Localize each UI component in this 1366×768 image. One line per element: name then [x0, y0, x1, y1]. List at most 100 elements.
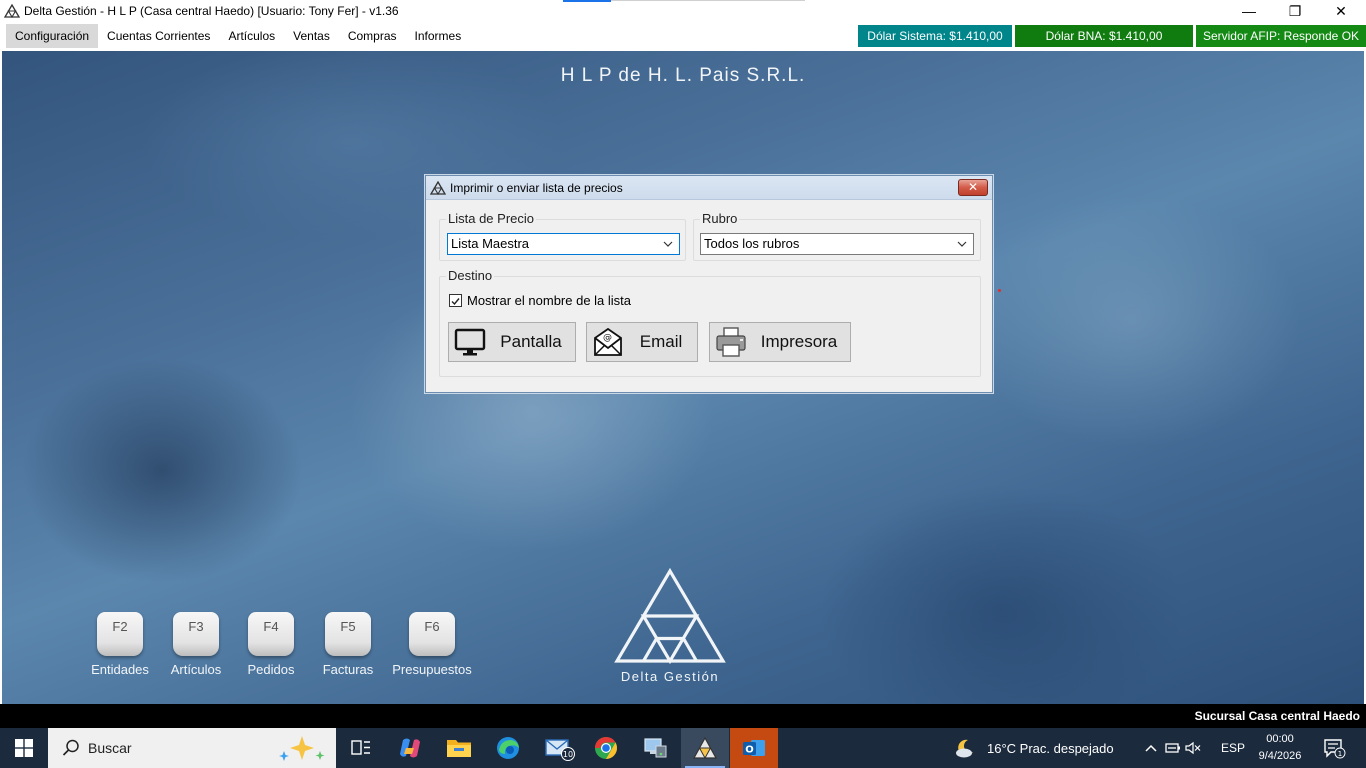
impresora-button[interactable]: Impresora	[709, 322, 851, 362]
mail-icon: 10	[545, 739, 575, 761]
weather-widget[interactable]: 16°C Prac. despejado	[953, 728, 1114, 768]
dolar-bna-status: Dólar BNA: $1.410,00 ($1.833,00)	[1015, 25, 1193, 65]
rubro-label: Rubro	[700, 211, 740, 226]
window-title: Delta Gestión - H L P (Casa central Haed…	[24, 4, 399, 18]
fkey-label: Presupuestos	[392, 662, 472, 677]
fkey-articulos[interactable]: F3 Artículos	[164, 612, 228, 677]
fkey-label: Facturas	[322, 662, 374, 677]
system-tray-icons[interactable]	[1144, 728, 1202, 768]
battery-icon	[1165, 743, 1180, 753]
fkey-label: Pedidos	[247, 662, 295, 677]
company-title: H L P de H. L. Pais S.R.L.	[560, 65, 806, 86]
lista-select[interactable]: Lista Maestra	[447, 233, 680, 255]
monitor-icon	[454, 328, 486, 356]
fkey-cap: F5	[325, 612, 371, 656]
task-view-button[interactable]	[337, 728, 385, 768]
windows-taskbar: Buscar 10 O 16°C Prac. despejado ESP 00:…	[0, 728, 1366, 768]
pantalla-button[interactable]: Pantalla	[448, 322, 576, 362]
svg-text:@: @	[603, 333, 612, 343]
email-label: Email	[639, 332, 683, 351]
rubro-select[interactable]: Todos los rubros	[700, 233, 974, 255]
fkey-cap: F6	[409, 612, 455, 656]
menu-configuracion[interactable]: Configuración	[6, 24, 99, 48]
brand-logo: Delta Gestión	[610, 567, 730, 684]
pantalla-label: Pantalla	[500, 332, 562, 351]
folder-icon	[447, 740, 471, 757]
weather-text: 16°C Prac. despejado	[987, 740, 1114, 756]
search-icon	[62, 739, 79, 756]
remote-desktop-button[interactable]	[631, 728, 679, 768]
moon-cloud-icon	[956, 739, 973, 758]
chevron-up-icon	[1145, 744, 1157, 752]
delta-logo-icon	[430, 180, 446, 195]
fkey-cap: F3	[173, 612, 219, 656]
dolar-sistema-status: Dólar Sistema: $1.410,00	[858, 25, 1012, 47]
delta-logo-icon	[4, 4, 20, 18]
delta-logo-icon	[693, 737, 717, 759]
fkey-presupuestos[interactable]: F6 Presupuestos	[388, 612, 476, 677]
copilot-app-button[interactable]	[386, 728, 434, 768]
show-list-name-checkbox[interactable]	[449, 294, 462, 307]
impresora-label: Impresora	[760, 332, 838, 351]
fkey-cap: F4	[248, 612, 294, 656]
titlebar-accent	[563, 0, 611, 2]
price-list-dialog: Imprimir o enviar lista de precios ✕ Lis…	[425, 175, 993, 393]
window-titlebar: Delta Gestión - H L P (Casa central Haed…	[0, 0, 1366, 22]
dialog-title: Imprimir o enviar lista de precios	[450, 180, 623, 195]
language-indicator[interactable]: ESP	[1221, 728, 1245, 768]
mail-app-button[interactable]: 10	[536, 728, 584, 768]
show-list-name-checkbox-row[interactable]: Mostrar el nombre de la lista	[449, 293, 631, 308]
lista-select-value: Lista Maestra	[451, 236, 530, 251]
outlook-button[interactable]: O	[730, 728, 778, 768]
delta-triangle-icon	[614, 567, 726, 665]
outlook-icon: O	[743, 740, 765, 756]
servidor-afip-status: Servidor AFIP: Responde OK	[1196, 25, 1366, 47]
menu-informes[interactable]: Informes	[406, 24, 471, 48]
maximize-button[interactable]: ❐	[1272, 0, 1318, 22]
chrome-browser-button[interactable]	[582, 728, 630, 768]
dialog-close-button[interactable]: ✕	[958, 179, 988, 196]
search-placeholder: Buscar	[88, 740, 132, 756]
notification-count: 1	[1338, 750, 1342, 758]
red-dot	[998, 289, 1001, 292]
taskbar-search-box[interactable]: Buscar	[48, 728, 336, 768]
chrome-icon	[595, 737, 617, 759]
menu-compras[interactable]: Compras	[339, 24, 406, 48]
edge-icon	[497, 737, 519, 759]
volume-muted-icon	[1185, 741, 1201, 755]
fkey-label: Entidades	[91, 662, 149, 677]
clock-time: 00:00	[1266, 733, 1294, 745]
fkey-pedidos[interactable]: F4 Pedidos	[239, 612, 303, 677]
close-button[interactable]: ✕	[1318, 0, 1364, 22]
clock-date: 9/4/2026	[1258, 750, 1302, 762]
task-view-icon	[351, 740, 370, 755]
svg-text:O: O	[745, 745, 754, 756]
copilot-icon	[400, 738, 420, 758]
chevron-down-icon	[663, 241, 673, 247]
menu-cuentas-corrientes[interactable]: Cuentas Corrientes	[98, 24, 219, 48]
dialog-titlebar: Imprimir o enviar lista de precios ✕	[426, 176, 992, 200]
taskbar-clock[interactable]: 00:00 9/4/2026	[1256, 731, 1304, 765]
edge-browser-button[interactable]	[484, 728, 532, 768]
computer-network-icon	[644, 738, 667, 758]
mail-badge: 10	[563, 750, 573, 759]
printer-icon	[716, 327, 746, 357]
fkey-facturas[interactable]: F5 Facturas	[316, 612, 380, 677]
rubro-select-value: Todos los rubros	[704, 236, 800, 251]
notifications-button[interactable]: 1	[1322, 728, 1346, 768]
windows-logo-icon	[15, 739, 33, 757]
file-explorer-button[interactable]	[435, 728, 483, 768]
minimize-button[interactable]: —	[1226, 0, 1272, 22]
lista-label: Lista de Precio	[446, 211, 536, 226]
brand-name: Delta Gestión	[620, 669, 720, 684]
delta-gestion-taskbar-button[interactable]	[681, 728, 729, 768]
start-button[interactable]	[0, 728, 48, 768]
notification-icon: 1	[1324, 739, 1346, 759]
titlebar-accent-line	[611, 0, 805, 1]
email-button[interactable]: @ Email	[586, 322, 698, 362]
fkey-entidades[interactable]: F2 Entidades	[88, 612, 152, 677]
email-envelope-icon: @	[594, 327, 622, 356]
menu-ventas[interactable]: Ventas	[284, 24, 339, 48]
checkmark-icon	[451, 298, 460, 306]
menu-articulos[interactable]: Artículos	[219, 24, 284, 48]
